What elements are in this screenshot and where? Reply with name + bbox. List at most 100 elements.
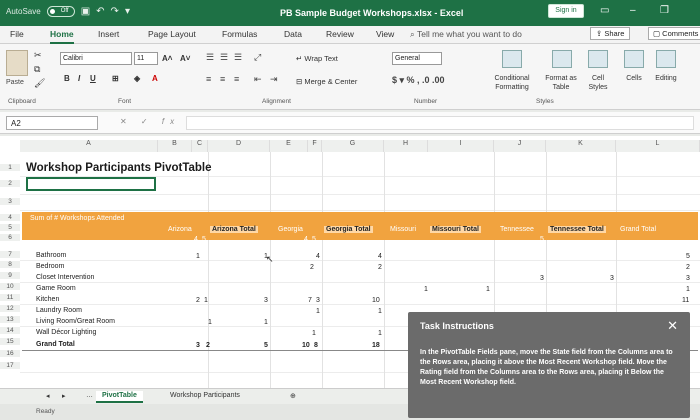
row-header[interactable]: 15 [0, 338, 20, 345]
row-header[interactable]: 2 [0, 180, 20, 187]
merge-center-button[interactable]: ⊟ Merge & Center [296, 77, 357, 86]
top-align-icon[interactable]: ☰ [206, 52, 214, 63]
conditional-formatting-icon[interactable] [502, 50, 522, 68]
pivot-cell[interactable]: 1 [312, 330, 316, 337]
row-header[interactable]: 4 [0, 214, 20, 221]
pivot-col-tennessee[interactable]: Tennessee [500, 226, 534, 233]
pivot-col-missouri[interactable]: Missouri [390, 226, 416, 233]
pivot-cell[interactable]: 1 [378, 308, 382, 315]
pivot-cell[interactable]: 3 [264, 297, 268, 304]
middle-align-icon[interactable]: ☰ [220, 52, 228, 63]
row-header[interactable]: 3 [0, 198, 20, 205]
format-as-table-icon[interactable] [552, 50, 572, 68]
cells-label[interactable]: Cells [620, 74, 648, 83]
tab-file[interactable]: File [10, 29, 24, 39]
paste-icon[interactable] [6, 50, 28, 76]
pivot-cell[interactable]: 7 [308, 297, 312, 304]
col-header-b[interactable]: B [158, 140, 192, 152]
sheet-tab-workshop-participants[interactable]: Workshop Participants [164, 391, 246, 403]
format-painter-icon[interactable]: 🖌 [34, 78, 45, 89]
pivot-grand-cell[interactable]: 11 [682, 297, 689, 304]
editing-icon[interactable] [656, 50, 676, 68]
pivot-row-label[interactable]: Bedroom [36, 263, 64, 270]
pivot-row-label[interactable]: Bathroom [36, 252, 66, 259]
tab-page-layout[interactable]: Page Layout [148, 29, 196, 39]
ribbon-display-options-icon[interactable]: ▭ [600, 5, 609, 16]
pivot-col-arizona[interactable]: Arizona [168, 226, 192, 233]
borders-icon[interactable]: ⊞ [112, 74, 119, 83]
active-cell[interactable] [26, 177, 156, 191]
tab-review[interactable]: Review [326, 29, 354, 39]
pivot-cell[interactable]: 8 [314, 342, 318, 349]
outdent-icon[interactable]: ⇥ [270, 74, 278, 85]
col-header-l[interactable]: L [616, 140, 700, 152]
pivot-grand-cell[interactable]: 5 [686, 253, 690, 260]
pivot-cell[interactable]: 2 [196, 297, 200, 304]
decrease-font-icon[interactable]: A˅ [180, 54, 190, 63]
number-format-select[interactable]: General [392, 52, 442, 65]
cut-icon[interactable]: ✂ [34, 50, 42, 61]
col-header-j[interactable]: J [494, 140, 546, 152]
pivot-cell[interactable]: 1 [424, 286, 428, 293]
col-header-e[interactable]: E [270, 140, 308, 152]
pivot-cell[interactable]: 2 [378, 264, 382, 271]
comments-button[interactable]: ▢ Comments [648, 27, 700, 40]
underline-button[interactable]: U [90, 74, 96, 83]
pivot-row-label[interactable]: Closet Intervention [36, 274, 94, 281]
copy-icon[interactable]: ⧉ [34, 64, 40, 75]
tab-insert[interactable]: Insert [98, 29, 119, 39]
row-header[interactable]: 11 [0, 294, 20, 301]
cells-icon[interactable] [624, 50, 644, 68]
undo-icon[interactable]: ↶ [96, 6, 104, 17]
pivot-cell[interactable]: 5 [264, 342, 268, 349]
col-header-k[interactable]: K [546, 140, 616, 152]
tab-formulas[interactable]: Formulas [222, 29, 257, 39]
pivot-cell[interactable]: 3 [610, 275, 614, 282]
row-header[interactable]: 7 [0, 251, 20, 258]
tab-home[interactable]: Home [50, 29, 74, 44]
font-size-select[interactable]: 11 [134, 52, 158, 65]
pivot-row-label[interactable]: Living Room/Great Room [36, 318, 115, 325]
row-header[interactable]: 5 [0, 224, 20, 231]
formula-input[interactable] [186, 116, 694, 130]
bold-button[interactable]: B [64, 74, 70, 83]
align-center-icon[interactable]: ≡ [220, 74, 225, 84]
pivot-cell[interactable]: 10 [372, 297, 380, 304]
pivot-cell[interactable]: 1 [486, 286, 490, 293]
pivot-grand-cell[interactable]: 1 [686, 286, 690, 293]
row-header[interactable]: 14 [0, 327, 20, 334]
tell-me-box[interactable]: ⌕ Tell me what you want to do [410, 29, 522, 40]
pivot-cell[interactable]: 1 [204, 297, 208, 304]
row-header[interactable]: 1 [0, 164, 20, 171]
col-header-i[interactable]: I [428, 140, 494, 152]
paste-button-label[interactable]: Paste [6, 79, 24, 86]
font-name-select[interactable]: Calibri [60, 52, 132, 65]
pivot-cell[interactable]: 1 [196, 253, 200, 260]
pivot-cell[interactable]: 4 [316, 253, 320, 260]
wrap-text-button[interactable]: ↵ Wrap Text [296, 54, 338, 63]
add-sheet-icon[interactable]: ⊕ [284, 391, 302, 403]
row-header[interactable]: 13 [0, 316, 20, 323]
row-header[interactable]: 12 [0, 305, 20, 312]
col-header-f[interactable]: F [308, 140, 322, 152]
formula-buttons[interactable]: ✕ ✓ fx [120, 117, 180, 126]
save-icon[interactable]: ▣ [81, 6, 90, 17]
col-header-g[interactable]: G [322, 140, 384, 152]
name-box[interactable]: A2 [6, 116, 98, 130]
pivot-cell[interactable]: 1 [316, 308, 320, 315]
editing-label[interactable]: Editing [650, 74, 682, 83]
italic-button[interactable]: I [78, 74, 80, 83]
col-header-d[interactable]: D [208, 140, 270, 152]
font-color-icon[interactable]: A [152, 74, 158, 83]
restore-icon[interactable]: ❐ [660, 5, 669, 16]
row-header[interactable]: 16 [0, 350, 20, 357]
increase-font-icon[interactable]: A˄ [162, 54, 172, 63]
sheet-tab-pivottable[interactable]: PivotTable [96, 391, 143, 403]
tab-data[interactable]: Data [284, 29, 302, 39]
row-header[interactable]: 17 [0, 362, 20, 369]
pivot-cell[interactable]: 2 [310, 264, 314, 271]
tab-view[interactable]: View [376, 29, 394, 39]
next-sheet-icon[interactable]: ▸ [56, 391, 72, 403]
redo-icon[interactable]: ↷ [111, 6, 119, 17]
sign-in-button[interactable]: Sign in [548, 4, 584, 18]
